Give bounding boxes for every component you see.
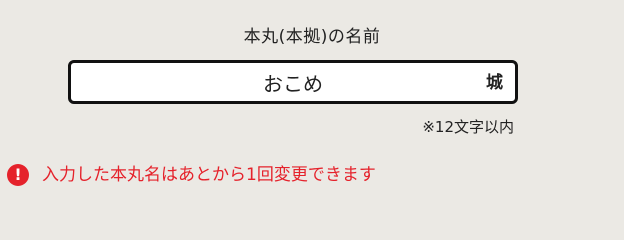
castle-name-input[interactable] bbox=[71, 63, 515, 101]
notice-text: 入力した本丸名はあとから1回変更できます bbox=[42, 165, 376, 185]
character-limit-note: ※12文字以内 bbox=[422, 118, 514, 136]
castle-suffix: 城 bbox=[486, 73, 503, 93]
exclamation-circle-icon: ! bbox=[7, 164, 29, 186]
castle-name-form: 本丸(本拠)の名前 城 ※12文字以内 ! 入力した本丸名はあとから1回変更でき… bbox=[0, 0, 624, 202]
field-label: 本丸(本拠)の名前 bbox=[243, 27, 381, 47]
rename-notice: ! 入力した本丸名はあとから1回変更できます bbox=[7, 163, 376, 187]
castle-name-field[interactable]: 城 bbox=[68, 60, 518, 104]
